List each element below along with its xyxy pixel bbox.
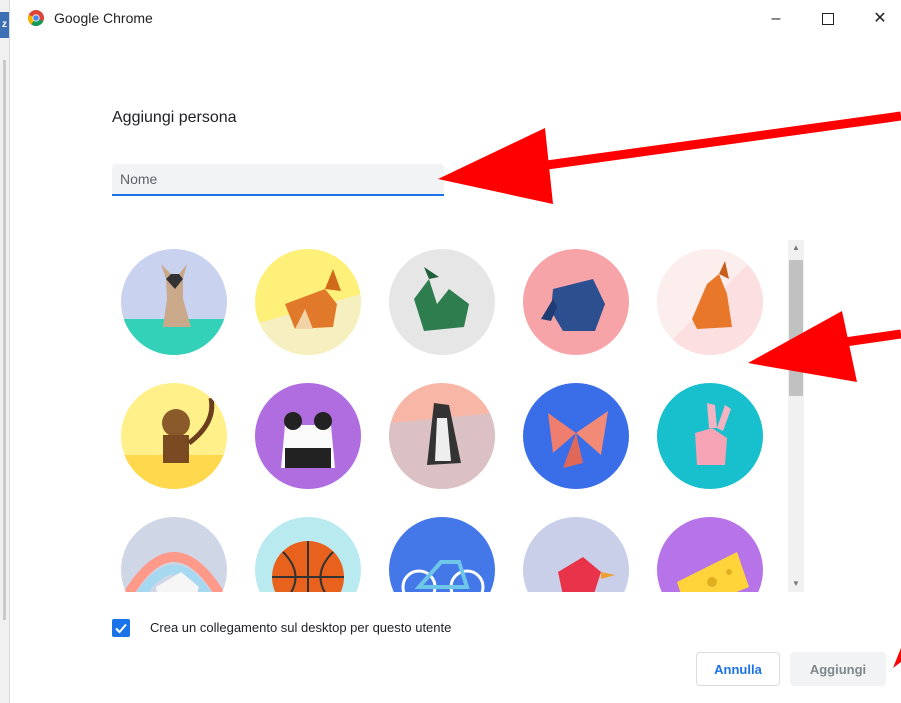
background-window-strip: z bbox=[0, 0, 10, 703]
avatar-bird[interactable] bbox=[523, 517, 629, 592]
maximize-icon bbox=[822, 12, 834, 25]
avatar-dragon[interactable] bbox=[389, 249, 495, 355]
bird-icon bbox=[523, 517, 629, 592]
avatar-basketball[interactable] bbox=[255, 517, 361, 592]
butterfly-icon bbox=[523, 383, 629, 489]
avatar-cat[interactable] bbox=[121, 249, 227, 355]
name-input[interactable] bbox=[112, 164, 444, 194]
avatar-bicycle[interactable] bbox=[389, 517, 495, 592]
avatar-panda[interactable] bbox=[255, 383, 361, 489]
shortcut-checkbox-label: Crea un collegamento sul desktop per que… bbox=[150, 620, 452, 635]
avatar-fox[interactable] bbox=[657, 249, 763, 355]
elephant-icon bbox=[523, 249, 629, 355]
maximize-button[interactable] bbox=[808, 6, 848, 32]
title-bar: Google Chrome – ✕ bbox=[10, 0, 901, 40]
shortcut-checkbox[interactable] bbox=[112, 619, 130, 637]
avatar-rabbit[interactable] bbox=[657, 383, 763, 489]
dialog-heading: Aggiungi persona bbox=[112, 109, 237, 126]
avatar-elephant[interactable] bbox=[523, 249, 629, 355]
penguin-icon bbox=[389, 383, 495, 489]
background-window-edge bbox=[3, 60, 6, 620]
cat-icon bbox=[121, 249, 227, 355]
dragon-icon bbox=[389, 249, 495, 355]
background-window-tab[interactable]: z bbox=[0, 12, 9, 38]
monkey-icon bbox=[121, 383, 227, 489]
avatar-scrollbar[interactable]: ▲ ▼ bbox=[788, 240, 804, 592]
cheese-icon bbox=[657, 517, 763, 592]
cancel-button[interactable]: Annulla bbox=[696, 652, 780, 686]
avatar-monkey[interactable] bbox=[121, 383, 227, 489]
minimize-button[interactable]: – bbox=[756, 6, 796, 32]
bicycle-icon bbox=[389, 517, 495, 592]
scroll-thumb[interactable] bbox=[789, 260, 803, 396]
panda-icon bbox=[255, 383, 361, 489]
checkmark-icon bbox=[115, 623, 127, 634]
unicorn-icon bbox=[121, 517, 227, 592]
avatar-corgi[interactable] bbox=[255, 249, 361, 355]
arrow-to-name-field bbox=[438, 111, 901, 204]
close-button[interactable]: ✕ bbox=[860, 6, 900, 32]
avatar-butterfly[interactable] bbox=[523, 383, 629, 489]
add-button[interactable]: Aggiungi bbox=[790, 652, 886, 686]
avatar-penguin[interactable] bbox=[389, 383, 495, 489]
basketball-icon bbox=[255, 517, 361, 592]
rabbit-icon bbox=[657, 383, 763, 489]
name-input-container bbox=[112, 164, 444, 196]
avatar-cheese[interactable] bbox=[657, 517, 763, 592]
scroll-down-icon[interactable]: ▼ bbox=[788, 576, 804, 592]
arrow-to-add-button bbox=[893, 648, 901, 668]
corgi-icon bbox=[255, 249, 361, 355]
avatar-grid bbox=[112, 240, 792, 592]
scroll-up-icon[interactable]: ▲ bbox=[788, 240, 804, 256]
avatar-unicorn[interactable] bbox=[121, 517, 227, 592]
fox-icon bbox=[657, 249, 763, 355]
window-title: Google Chrome bbox=[54, 10, 153, 26]
chrome-logo-icon bbox=[28, 10, 44, 26]
